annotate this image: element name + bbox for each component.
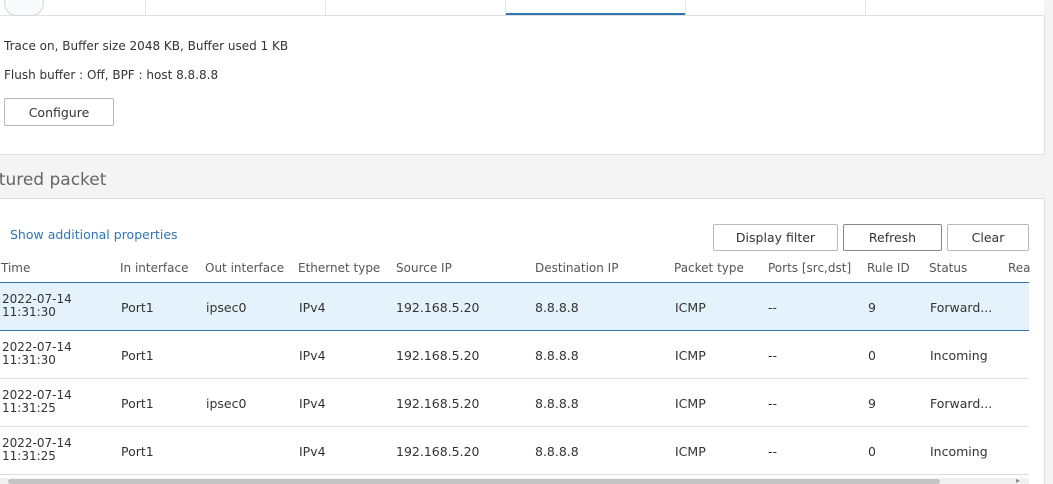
clear-button[interactable]: Clear [947,224,1029,251]
cell-ports: -- [768,396,778,411]
cell-rule-id: 0 [868,348,876,363]
scroll-right-icon[interactable]: ▸ [1016,476,1020,484]
cell-status: Forward... [930,300,993,315]
cell-destination-ip: 8.8.8.8 [535,300,579,315]
table-row[interactable]: 2022-07-14 11:31:30 Port1 IPv4 192.168.5.… [0,331,1029,379]
cell-packet-type: ICMP [675,300,706,315]
cell-source-ip: 192.168.5.20 [396,300,480,315]
trace-filter-text: Flush buffer : Off, BPF : host 8.8.8.8 [4,68,219,82]
configure-button[interactable]: Configure [4,98,114,126]
packet-table: Time In interface Out interface Ethernet… [0,255,1031,475]
column-header-packet-type[interactable]: Packet type [674,261,744,275]
trace-toggle[interactable] [4,0,44,16]
cell-status: Incoming [930,444,988,459]
cell-out-interface: ipsec0 [206,300,247,315]
column-header-source-ip[interactable]: Source IP [396,261,452,275]
column-header-in-interface[interactable]: In interface [120,261,188,275]
cell-packet-type: ICMP [675,444,706,459]
cell-source-ip: 192.168.5.20 [396,444,480,459]
tab-strip [0,0,1044,16]
table-header: Time In interface Out interface Ethernet… [0,255,1031,283]
cell-rule-id: 9 [868,396,876,411]
horizontal-scrollbar-thumb[interactable] [8,479,940,484]
cell-packet-type: ICMP [675,396,706,411]
column-header-out-interface[interactable]: Out interface [205,261,284,275]
cell-in-interface: Port1 [121,348,154,363]
cell-out-interface: ipsec0 [206,396,247,411]
cell-destination-ip: 8.8.8.8 [535,444,579,459]
cell-rule-id: 0 [868,444,876,459]
cell-status: Incoming [930,348,988,363]
column-header-status[interactable]: Status [929,261,967,275]
active-tab-indicator [506,13,685,15]
section-title: ptured packet [0,170,107,190]
display-filter-button[interactable]: Display filter [713,224,838,251]
cell-ethernet-type: IPv4 [299,396,326,411]
show-additional-properties-link[interactable]: Show additional properties [10,227,178,242]
cell-destination-ip: 8.8.8.8 [535,396,579,411]
cell-rule-id: 9 [868,300,876,315]
table-row[interactable]: 2022-07-14 11:31:30 Port1 ipsec0 IPv4 192… [0,283,1029,331]
cell-ports: -- [768,348,778,363]
refresh-button[interactable]: Refresh [843,224,942,251]
tab-divider [325,0,326,16]
captured-packet-panel: Show additional properties Display filte… [0,198,1045,484]
cell-time: 2022-07-14 11:31:30 [2,292,72,319]
cell-in-interface: Port1 [121,396,154,411]
cell-ports: -- [768,444,778,459]
column-header-ports[interactable]: Ports [src,dst] [768,261,851,275]
cell-ethernet-type: IPv4 [299,300,326,315]
cell-time: 2022-07-14 11:31:25 [2,388,72,415]
cell-status: Forward... [930,396,993,411]
column-header-reason[interactable]: Rea [1008,261,1031,275]
table-row[interactable]: 2022-07-14 11:31:25 Port1 IPv4 192.168.5.… [0,427,1029,475]
cell-time: 2022-07-14 11:31:25 [2,436,72,463]
tab-divider [145,0,146,16]
column-header-time[interactable]: Time [1,261,30,275]
cell-ethernet-type: IPv4 [299,444,326,459]
cell-packet-type: ICMP [675,348,706,363]
cell-destination-ip: 8.8.8.8 [535,348,579,363]
trace-status-text: Trace on, Buffer size 2048 KB, Buffer us… [4,39,289,53]
cell-ports: -- [768,300,778,315]
cell-in-interface: Port1 [121,444,154,459]
column-header-ethernet-type[interactable]: Ethernet type [298,261,380,275]
cell-source-ip: 192.168.5.20 [396,396,480,411]
cell-in-interface: Port1 [121,300,154,315]
cell-source-ip: 192.168.5.20 [396,348,480,363]
cell-ethernet-type: IPv4 [299,348,326,363]
tab-divider [865,0,866,16]
trace-settings-panel: Trace on, Buffer size 2048 KB, Buffer us… [0,16,1045,155]
table-row[interactable]: 2022-07-14 11:31:25 Port1 ipsec0 IPv4 192… [0,379,1029,427]
column-header-destination-ip[interactable]: Destination IP [535,261,618,275]
cell-time: 2022-07-14 11:31:30 [2,340,72,367]
tab-divider [685,0,686,16]
column-header-rule-id[interactable]: Rule ID [867,261,910,275]
